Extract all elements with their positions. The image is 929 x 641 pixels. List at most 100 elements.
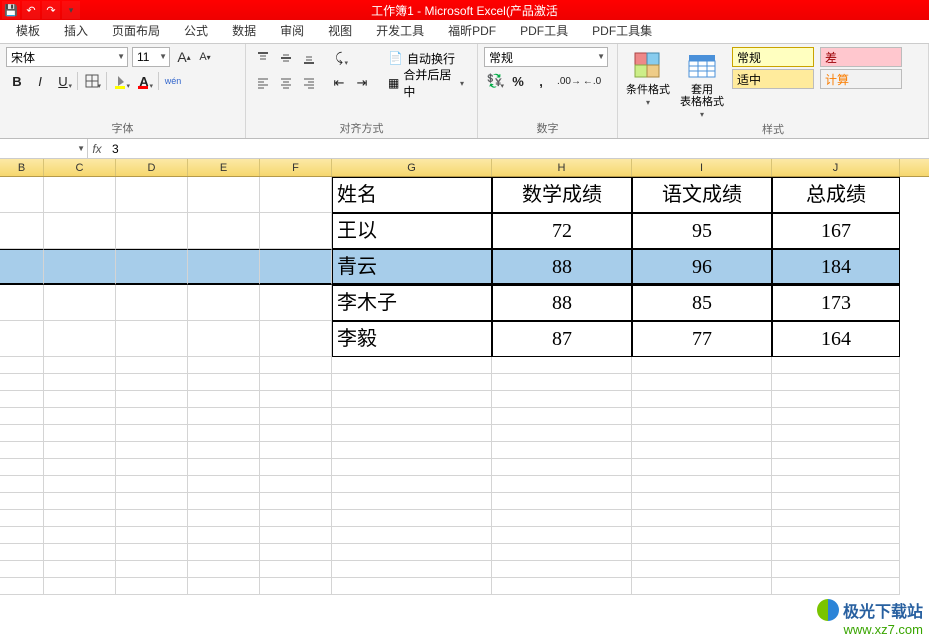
italic-button[interactable]: I [29,70,51,92]
cell-blank[interactable] [260,408,332,425]
tab-insert[interactable]: 插入 [52,18,100,43]
cell-blank[interactable] [492,510,632,527]
tab-pdftools[interactable]: PDF工具 [508,18,580,43]
cell-blank[interactable] [44,213,116,249]
cell-blank[interactable] [44,527,116,544]
cell-blank[interactable] [632,425,772,442]
cell-blank[interactable] [260,459,332,476]
cell-blank[interactable] [188,544,260,561]
cell-blank[interactable] [44,459,116,476]
cell-blank[interactable] [772,510,900,527]
cell-blank[interactable] [116,527,188,544]
font-color-button[interactable]: A▾ [133,70,155,92]
table-cell[interactable]: 77 [632,321,772,357]
cell-blank[interactable] [260,425,332,442]
cell-blank[interactable] [0,561,44,578]
cell-blank[interactable] [492,391,632,408]
merge-center-button[interactable]: ▦ 合并后居中 ▾ [381,72,471,94]
tab-formulas[interactable]: 公式 [172,18,220,43]
cell-blank[interactable] [44,425,116,442]
phonetic-button[interactable]: wén [162,70,184,92]
cell-blank[interactable] [116,249,188,285]
align-right-icon[interactable] [298,72,320,94]
cell-blank[interactable] [260,374,332,391]
cell-blank[interactable] [332,544,492,561]
cell-blank[interactable] [116,425,188,442]
cell-blank[interactable] [492,476,632,493]
cell-blank[interactable] [188,510,260,527]
cell-blank[interactable] [0,442,44,459]
cell-blank[interactable] [0,249,44,285]
cell-blank[interactable] [116,213,188,249]
cell-blank[interactable] [772,459,900,476]
cell-blank[interactable] [332,374,492,391]
cell-blank[interactable] [116,391,188,408]
cell-blank[interactable] [44,476,116,493]
cell-blank[interactable] [492,374,632,391]
cell-blank[interactable] [0,527,44,544]
cell-blank[interactable] [0,510,44,527]
cell-blank[interactable] [188,527,260,544]
cell-blank[interactable] [0,425,44,442]
cell-blank[interactable] [772,357,900,374]
cell-blank[interactable] [260,561,332,578]
table-cell[interactable]: 72 [492,213,632,249]
cell-blank[interactable] [44,357,116,374]
cell-blank[interactable] [188,285,260,321]
cell-blank[interactable] [772,527,900,544]
align-left-icon[interactable] [252,72,274,94]
accounting-format-button[interactable]: 💱▾ [484,70,506,92]
cell-blank[interactable] [260,510,332,527]
cell-blank[interactable] [332,561,492,578]
cell-blank[interactable] [116,357,188,374]
cell-blank[interactable] [116,476,188,493]
style-chip-moderate[interactable]: 适中 [732,69,814,89]
cell-blank[interactable] [260,213,332,249]
cell-blank[interactable] [0,321,44,357]
qat-redo-icon[interactable]: ↷ [42,1,60,19]
cell-blank[interactable] [188,493,260,510]
style-chip-calc[interactable]: 计算 [820,69,902,89]
table-cell[interactable]: 李木子 [332,285,492,321]
table-header-cell[interactable]: 语文成绩 [632,177,772,213]
cell-blank[interactable] [0,177,44,213]
cell-blank[interactable] [772,391,900,408]
cell-blank[interactable] [188,425,260,442]
cell-blank[interactable] [116,177,188,213]
cell-blank[interactable] [0,391,44,408]
style-chip-normal[interactable]: 常规 [732,47,814,67]
name-box[interactable]: ▼ [0,139,88,158]
font-size-combo[interactable]: 11▼ [132,47,170,67]
col-header-D[interactable]: D [116,159,188,176]
cell-blank[interactable] [44,578,116,595]
cell-blank[interactable] [772,476,900,493]
cell-blank[interactable] [188,561,260,578]
cell-blank[interactable] [188,476,260,493]
cell-blank[interactable] [492,459,632,476]
orientation-button[interactable]: ⤹▾ [328,47,350,69]
cell-blank[interactable] [116,321,188,357]
cell-blank[interactable] [632,510,772,527]
cell-blank[interactable] [632,561,772,578]
conditional-format-button[interactable]: 条件格式 ▾ [624,47,672,108]
cell-blank[interactable] [260,578,332,595]
cell-blank[interactable] [332,391,492,408]
cell-blank[interactable] [116,544,188,561]
cell-blank[interactable] [632,493,772,510]
qat-customize-icon[interactable]: ▾ [62,1,80,19]
cell-blank[interactable] [188,357,260,374]
border-button[interactable]: ▾ [81,70,103,92]
cell-blank[interactable] [260,249,332,285]
cell-blank[interactable] [188,249,260,285]
cell-blank[interactable] [772,561,900,578]
cell-blank[interactable] [260,476,332,493]
cell-blank[interactable] [188,459,260,476]
cell-blank[interactable] [116,578,188,595]
cell-blank[interactable] [772,578,900,595]
cell-blank[interactable] [0,476,44,493]
cell-blank[interactable] [188,213,260,249]
table-cell[interactable]: 87 [492,321,632,357]
cell-blank[interactable] [492,527,632,544]
bold-button[interactable]: B [6,70,28,92]
cell-blank[interactable] [260,321,332,357]
